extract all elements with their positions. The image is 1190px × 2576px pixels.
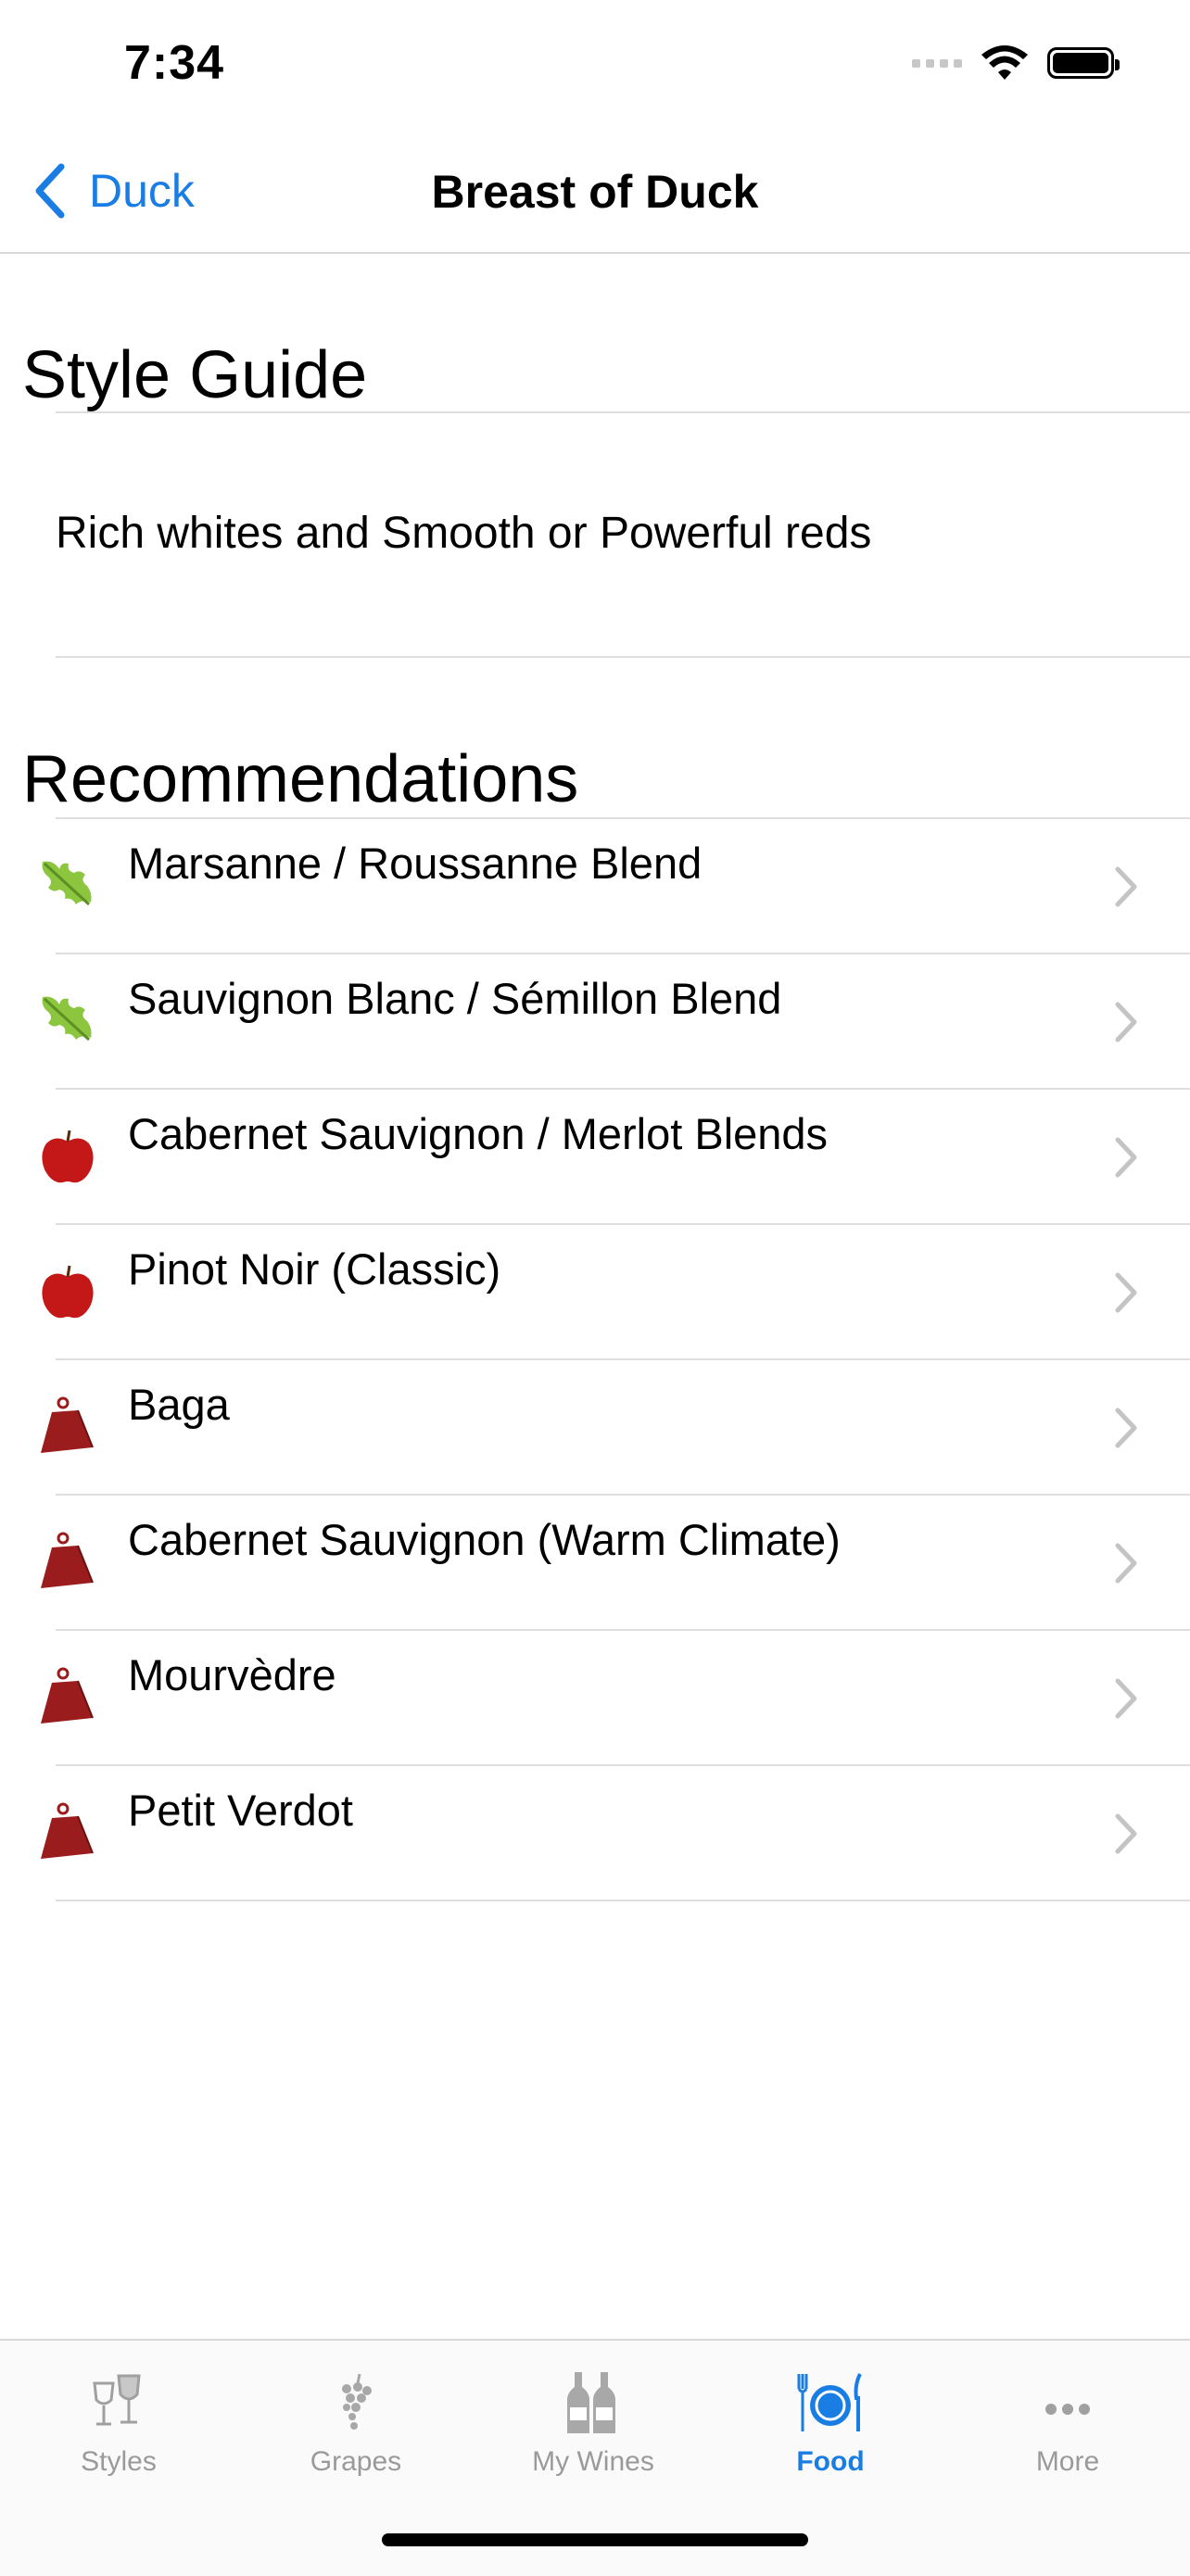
chevron-right-icon (1115, 1678, 1137, 1719)
tab-styles[interactable]: Styles (0, 2341, 237, 2498)
recommendation-label: Cabernet Sauvignon (Warm Climate) (128, 1515, 841, 1564)
battery-icon (1047, 47, 1120, 79)
green-leaf-icon (42, 861, 92, 906)
recommendation-label: Petit Verdot (128, 1786, 353, 1835)
weight-icon (41, 1667, 94, 1724)
wine-glasses-icon (93, 2374, 141, 2426)
recommendation-row[interactable]: Cabernet Sauvignon (Warm Climate) (41, 1496, 1190, 1631)
recommendations-list: Marsanne / Roussanne Blend Sauvignon Bla… (0, 819, 1190, 1901)
grapes-icon (342, 2373, 372, 2430)
status-bar: 7:34 (0, 0, 1190, 130)
status-time: 7:34 (124, 36, 225, 90)
style-guide-text: Rich whites and Smooth or Powerful reds (56, 509, 872, 558)
recommendation-row[interactable]: Pinot Noir (Classic) (42, 1225, 1190, 1360)
recommendation-label: Cabernet Sauvignon / Merlot Blends (128, 1109, 829, 1158)
recommendation-row[interactable]: Marsanne / Roussanne Blend (42, 819, 1190, 954)
chevron-right-icon (1115, 1813, 1137, 1854)
cellular-signal-icon (912, 58, 962, 68)
chevron-right-icon (1115, 1543, 1137, 1584)
chevron-right-icon (1115, 1002, 1137, 1042)
recommendation-row[interactable]: Petit Verdot (41, 1766, 1190, 1901)
chevron-right-icon (1115, 1137, 1137, 1178)
weight-icon (41, 1802, 94, 1859)
recommendation-row[interactable]: Baga (41, 1360, 1190, 1496)
tab-label: Food (796, 2446, 865, 2477)
red-apple-icon (42, 1130, 94, 1183)
recommendation-label: Sauvignon Blanc / Sémillon Blend (128, 974, 782, 1023)
recommendation-label: Baga (128, 1380, 230, 1429)
recommendation-label: Mourvèdre (128, 1650, 336, 1699)
recommendations-heading: Recommendations (22, 742, 579, 816)
plate-cutlery-icon (797, 2373, 862, 2431)
recommendation-row[interactable]: Sauvignon Blanc / Sémillon Blend (42, 954, 1190, 1090)
tab-food[interactable]: Food (712, 2341, 949, 2498)
weight-icon (41, 1396, 94, 1453)
recommendation-label: Pinot Noir (Classic) (128, 1244, 501, 1294)
wifi-icon (981, 45, 1028, 80)
recommendation-label: Marsanne / Roussanne Blend (128, 839, 703, 888)
tab-more[interactable]: More (949, 2341, 1186, 2498)
tab-grapes[interactable]: Grapes (237, 2341, 475, 2498)
tab-label: Styles (81, 2446, 157, 2477)
recommendation-row[interactable]: Mourvèdre (41, 1631, 1190, 1766)
tab-label: More (1035, 2446, 1100, 2477)
chevron-right-icon (1115, 1408, 1137, 1448)
chevron-right-icon (1115, 1272, 1137, 1313)
status-icons (912, 44, 1120, 82)
tab-my-wines[interactable]: My Wines (475, 2341, 712, 2498)
more-dots-icon (1045, 2404, 1090, 2415)
home-indicator[interactable] (382, 2533, 808, 2546)
divider (56, 656, 1190, 658)
tab-label: Grapes (310, 2446, 402, 2477)
page-title: Breast of Duck (431, 166, 759, 218)
chevron-right-icon (1115, 866, 1137, 907)
style-guide-heading: Style Guide (22, 338, 368, 412)
red-apple-icon (42, 1265, 94, 1319)
wine-bottles-icon (567, 2372, 615, 2433)
tab-label: My Wines (532, 2446, 654, 2477)
navigation-bar: Duck Breast of Duck (0, 130, 1190, 254)
weight-icon (41, 1532, 94, 1588)
divider (56, 411, 1190, 413)
green-leaf-icon (42, 996, 92, 1042)
recommendation-row[interactable]: Cabernet Sauvignon / Merlot Blends (42, 1090, 1190, 1225)
